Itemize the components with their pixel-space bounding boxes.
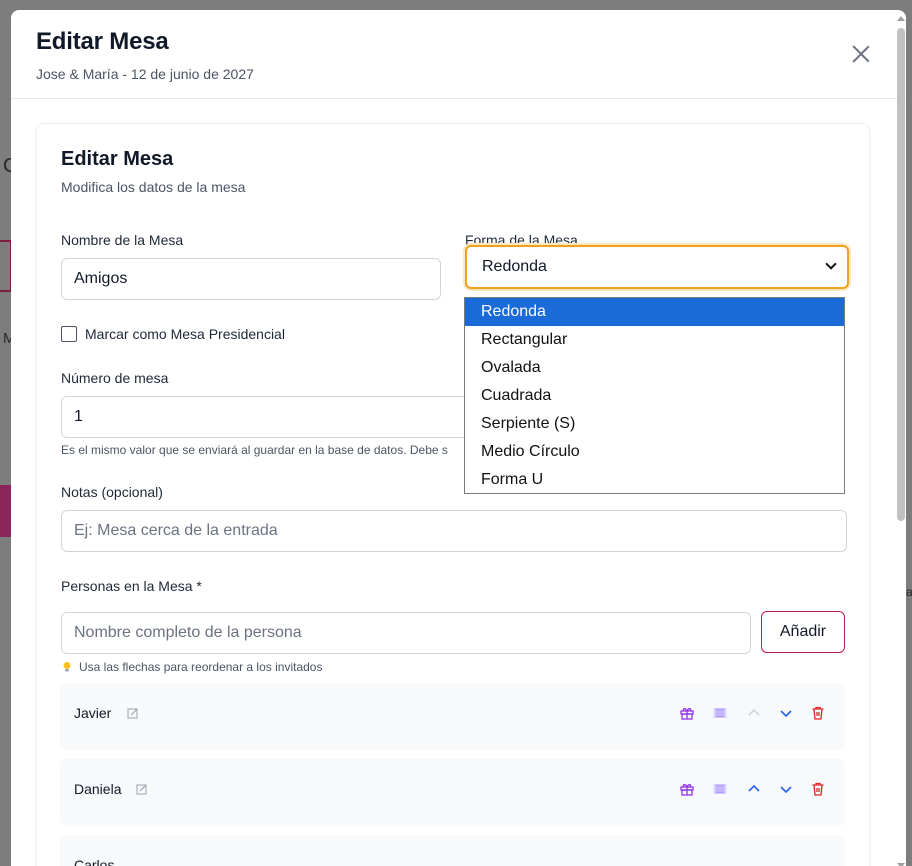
move-up-icon[interactable] xyxy=(746,781,762,797)
seat-icon[interactable] xyxy=(712,781,728,797)
table-shape-select[interactable]: Redonda xyxy=(465,245,849,289)
modal-subtitle: Jose & María - 12 de junio de 2027 xyxy=(36,66,254,82)
reorder-hint-row: Usa las flechas para reordenar a los inv… xyxy=(61,660,322,674)
add-person-button[interactable]: Añadir xyxy=(761,611,845,653)
edit-icon[interactable] xyxy=(127,707,139,719)
shape-option[interactable]: Serpiente (S) xyxy=(465,410,844,438)
trash-icon[interactable] xyxy=(810,705,826,721)
shape-option[interactable]: Rectangular xyxy=(465,326,844,354)
people-label: Personas en la Mesa * xyxy=(61,578,202,594)
presidential-checkbox-row[interactable]: Marcar como Mesa Presidencial xyxy=(61,326,285,342)
move-down-icon[interactable] xyxy=(778,781,794,797)
guest-name: Carlos xyxy=(74,857,115,866)
table-number-hint: Es el mismo valor que se enviará al guar… xyxy=(61,443,448,457)
card-title: Editar Mesa xyxy=(61,148,174,170)
move-down-icon[interactable] xyxy=(778,705,794,721)
modal-scrollbar[interactable] xyxy=(896,16,905,866)
move-up-icon xyxy=(748,708,760,716)
notes-input[interactable]: Ej: Mesa cerca de la entrada xyxy=(61,510,847,552)
close-icon[interactable] xyxy=(852,45,870,63)
person-name-input[interactable]: Nombre completo de la persona xyxy=(61,612,751,654)
edit-table-modal: Editar Mesa Jose & María - 12 de junio d… xyxy=(11,10,906,866)
reorder-hint: Usa las flechas para reordenar a los inv… xyxy=(79,660,323,674)
edit-table-card: Editar Mesa Modifica los datos de la mes… xyxy=(36,123,870,866)
shape-option[interactable]: Forma U xyxy=(465,466,844,494)
scroll-up-icon[interactable] xyxy=(897,16,905,21)
table-name-input[interactable]: Amigos xyxy=(61,258,441,300)
lightbulb-icon xyxy=(63,662,71,672)
edit-icon[interactable] xyxy=(136,783,148,795)
guest-row: Daniela xyxy=(60,759,845,826)
backdrop-glyph: a xyxy=(906,585,912,599)
notes-label: Notas (opcional) xyxy=(61,484,163,500)
scroll-thumb[interactable] xyxy=(897,28,905,521)
table-shape-value: Redonda xyxy=(482,258,547,275)
table-number-input[interactable]: 1 xyxy=(61,396,481,438)
presidential-checkbox[interactable] xyxy=(61,326,77,342)
shape-option[interactable]: Medio Círculo xyxy=(465,438,844,466)
gift-icon[interactable] xyxy=(679,705,695,721)
shape-option[interactable]: Cuadrada xyxy=(465,382,844,410)
chevron-down-icon xyxy=(825,258,837,270)
table-number-label: Número de mesa xyxy=(61,370,169,386)
card-description: Modifica los datos de la mesa xyxy=(61,179,246,195)
presidential-label: Marcar como Mesa Presidencial xyxy=(85,326,285,342)
seat-icon[interactable] xyxy=(712,705,728,721)
guest-name: Javier xyxy=(74,705,112,721)
shape-dropdown-list: Redonda Rectangular Ovalada Cuadrada Serpien… xyxy=(464,297,845,494)
shape-option[interactable]: Ovalada xyxy=(465,354,844,382)
guest-name: Daniela xyxy=(74,781,122,797)
modal-header: Editar Mesa Jose & María - 12 de junio d… xyxy=(11,10,906,99)
guest-row: Carlos xyxy=(60,835,845,866)
trash-icon[interactable] xyxy=(810,781,826,797)
guest-row: Javier xyxy=(60,683,845,750)
table-name-label: Nombre de la Mesa xyxy=(61,232,184,248)
modal-title: Editar Mesa xyxy=(36,28,169,55)
shape-option[interactable]: Redonda xyxy=(465,298,844,326)
gift-icon[interactable] xyxy=(679,781,695,797)
